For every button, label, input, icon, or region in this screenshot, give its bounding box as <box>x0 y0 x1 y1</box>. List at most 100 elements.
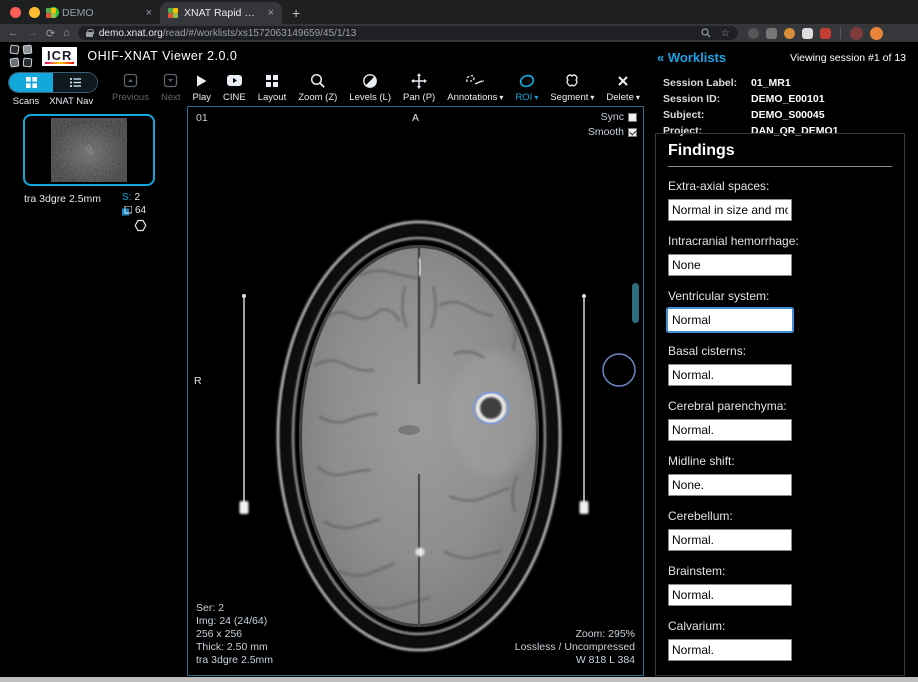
previous-icon <box>123 72 138 89</box>
series-label: tra 3dgre 2.5mm <box>24 192 122 232</box>
thumbnail-image <box>51 118 127 182</box>
xnat-favicon-icon <box>46 8 56 18</box>
previous-button[interactable]: Previous <box>112 72 149 103</box>
sync-checkbox[interactable] <box>628 113 637 122</box>
finding-field: Ventricular system: <box>668 289 892 331</box>
extension-icon[interactable] <box>820 28 831 39</box>
chevron-down-icon: ▾ <box>590 93 594 102</box>
tab-close-icon[interactable]: × <box>268 7 274 19</box>
finding-label-ventricular-system: Ventricular system: <box>668 289 892 303</box>
finding-field: Intracranial hemorrhage: <box>668 234 892 276</box>
lock-icon <box>86 29 93 37</box>
toolbar: Scans XNAT Nav Previous Next Play CINE L… <box>0 70 645 106</box>
extension-icon[interactable] <box>748 28 759 39</box>
finding-input-brainstem[interactable] <box>668 584 792 606</box>
finding-input-basal-cisterns[interactable] <box>668 364 792 386</box>
xnat-logo-icon <box>10 45 32 67</box>
delete-button[interactable]: Delete▾ <box>606 72 639 103</box>
tab-title: DEMO <box>62 7 140 19</box>
smooth-checkbox[interactable] <box>628 128 637 137</box>
overlay-thickness: Thick: 2.50 mm <box>196 641 273 654</box>
mri-brain-image <box>188 107 642 674</box>
next-button[interactable]: Next <box>161 72 181 103</box>
app-window: DEMO × XNAT Rapid Reader × + ← → ⟳ ⌂ dem… <box>0 0 918 682</box>
subject-value: DEMO_S00045 <box>751 109 825 121</box>
close-window-button[interactable] <box>10 7 21 18</box>
avatar[interactable] <box>850 27 863 40</box>
pan-icon <box>411 72 427 89</box>
address-bar[interactable]: demo.xnat.org/read/#/worklists/xs1572063… <box>78 26 738 40</box>
browser-urlbar: ← → ⟳ ⌂ demo.xnat.org/read/#/worklists/x… <box>0 24 918 42</box>
finding-input-cerebral-parenchyma[interactable] <box>668 419 792 441</box>
extension-icon[interactable] <box>784 28 795 39</box>
image-viewport[interactable]: 01 A R Sync Smooth Ser: 2 Img: 24 (24/64… <box>187 106 644 676</box>
finding-input-intracranial-hemorrhage[interactable] <box>668 254 792 276</box>
viewer-header: ICR OHIF-XNAT Viewer 2.0.0 <box>0 42 645 70</box>
segment-button[interactable]: Segment▾ <box>550 72 594 103</box>
finding-field: Cerebellum: <box>668 509 892 551</box>
finding-input-cerebellum[interactable] <box>668 529 792 551</box>
back-icon[interactable]: ← <box>8 27 19 39</box>
finding-field: Basal cisterns: <box>668 344 892 386</box>
worklists-back-link[interactable]: « Worklists <box>657 50 726 65</box>
roi-button[interactable]: ROI▾ <box>515 72 538 103</box>
stack-scrollbar[interactable] <box>632 283 639 323</box>
annotations-button[interactable]: Annotations▾ <box>447 72 503 103</box>
pan-button[interactable]: Pan (P) <box>403 72 435 103</box>
session-info: Session Label:01_MR1 Session ID:DEMO_E00… <box>663 77 918 137</box>
layout-icon <box>265 72 279 89</box>
xnat-nav-button[interactable] <box>53 73 97 92</box>
cine-icon <box>226 72 243 89</box>
bookmark-star-icon[interactable]: ☆ <box>721 28 730 39</box>
overlay-image-index: Img: 24 (24/64) <box>196 615 273 628</box>
session-id-key: Session ID: <box>663 93 751 105</box>
finding-input-extra-axial-spaces[interactable] <box>668 199 792 221</box>
url-path: /read/#/worklists/xs1572063149659/45/1/1… <box>163 28 356 39</box>
finding-label-intracranial-hemorrhage: Intracranial hemorrhage: <box>668 234 892 248</box>
browser-tab-rapid-reader[interactable]: XNAT Rapid Reader × <box>160 2 282 24</box>
roi-icon <box>518 72 536 89</box>
profile-icon[interactable] <box>870 27 883 40</box>
overlay-compression: Lossless / Uncompressed <box>515 641 635 654</box>
finding-label-basal-cisterns: Basal cisterns: <box>668 344 892 358</box>
reload-icon[interactable]: ⟳ <box>46 27 55 40</box>
series-info: tra 3dgre 2.5mm S:2 64 <box>24 192 158 232</box>
finding-field: Midline shift: <box>668 454 892 496</box>
tab-close-icon[interactable]: × <box>146 7 152 19</box>
finding-field: Cerebral parenchyma: <box>668 399 892 441</box>
forward-icon[interactable]: → <box>27 27 38 39</box>
series-thumbnail[interactable] <box>23 114 155 186</box>
zoom-tool-button[interactable]: Zoom (Z) <box>298 72 337 103</box>
layout-button[interactable]: Layout <box>258 72 287 103</box>
finding-field: Calvarium: <box>668 619 892 661</box>
levels-button[interactable]: Levels (L) <box>349 72 391 103</box>
grid-icon <box>25 76 38 89</box>
minimize-window-button[interactable] <box>29 7 40 18</box>
levels-icon <box>362 72 378 89</box>
extension-icon[interactable] <box>802 28 813 39</box>
zoom-page-icon[interactable] <box>701 28 711 38</box>
finding-input-calvarium[interactable] <box>668 639 792 661</box>
delete-icon <box>617 72 629 89</box>
overlay-zoom: Zoom: 295% <box>515 628 635 641</box>
cine-button[interactable]: CINE <box>223 72 246 103</box>
scans-button[interactable] <box>9 73 53 92</box>
new-tab-button[interactable]: + <box>292 5 300 21</box>
browser-tabstrip: DEMO × XNAT Rapid Reader × + <box>0 0 918 24</box>
chevron-down-icon: ▾ <box>499 93 503 102</box>
finding-label-cerebral-parenchyma: Cerebral parenchyma: <box>668 399 892 413</box>
worklist-panel: « Worklists Viewing session #1 of 13 Ses… <box>645 42 918 676</box>
play-button[interactable]: Play <box>193 72 211 103</box>
overlay-series: Ser: 2 <box>196 602 273 615</box>
icr-logo: ICR <box>42 47 77 66</box>
url-domain: demo.xnat.org <box>99 28 163 39</box>
finding-field: Brainstem: <box>668 564 892 606</box>
annotations-icon <box>465 72 485 89</box>
extension-icon[interactable] <box>766 28 777 39</box>
xnat-favicon-icon <box>168 8 178 18</box>
next-icon <box>163 72 178 89</box>
finding-input-ventricular-system[interactable] <box>668 309 792 331</box>
finding-input-midline-shift[interactable] <box>668 474 792 496</box>
viewing-session-status: Viewing session #1 of 13 <box>790 52 906 64</box>
home-icon[interactable]: ⌂ <box>63 27 70 39</box>
